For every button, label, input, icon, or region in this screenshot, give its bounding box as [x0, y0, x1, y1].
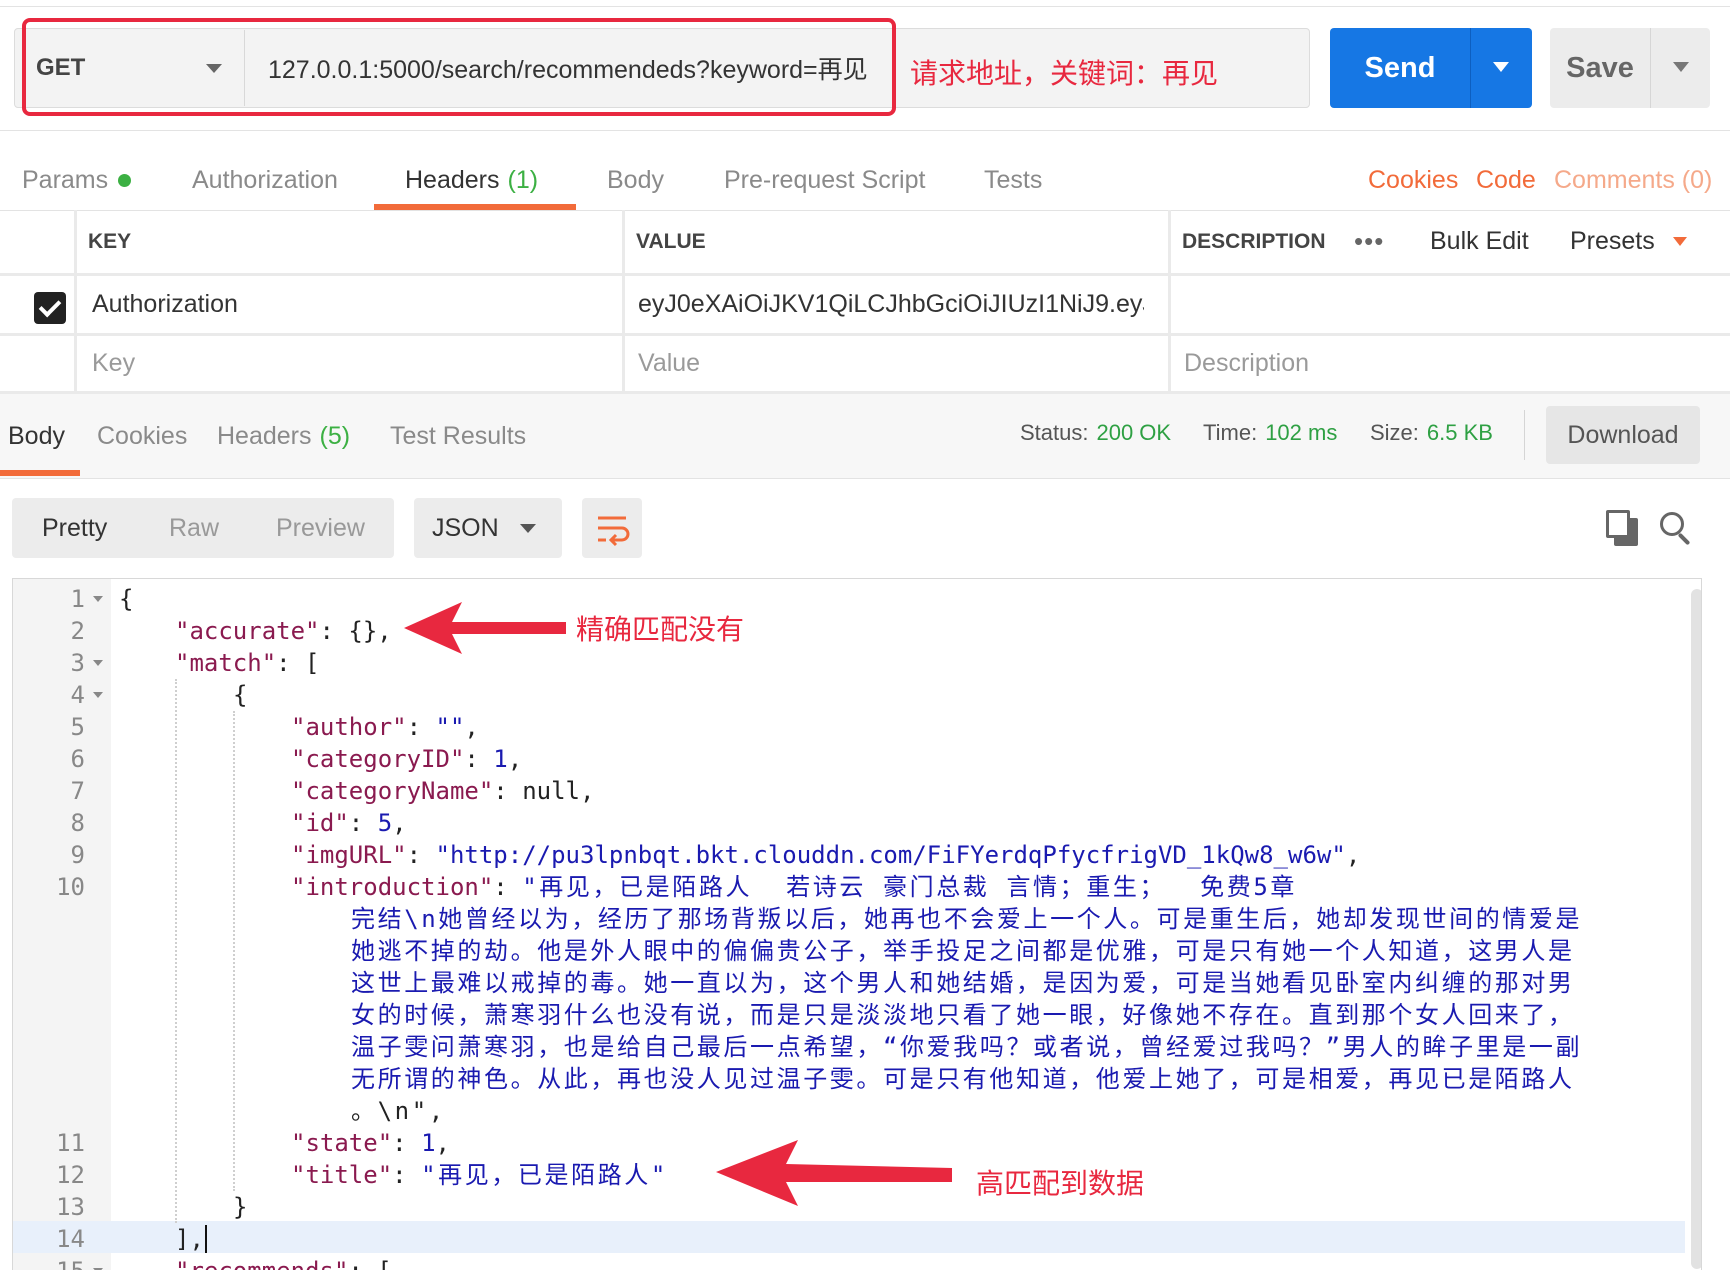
- match-annotation: 高匹配到数据: [976, 1168, 1145, 1199]
- arrow-match: [716, 1140, 952, 1206]
- arrow-accurate: [404, 602, 566, 654]
- annotation-arrows: [404, 602, 952, 1206]
- accurate-annotation: 精确匹配没有: [576, 614, 745, 645]
